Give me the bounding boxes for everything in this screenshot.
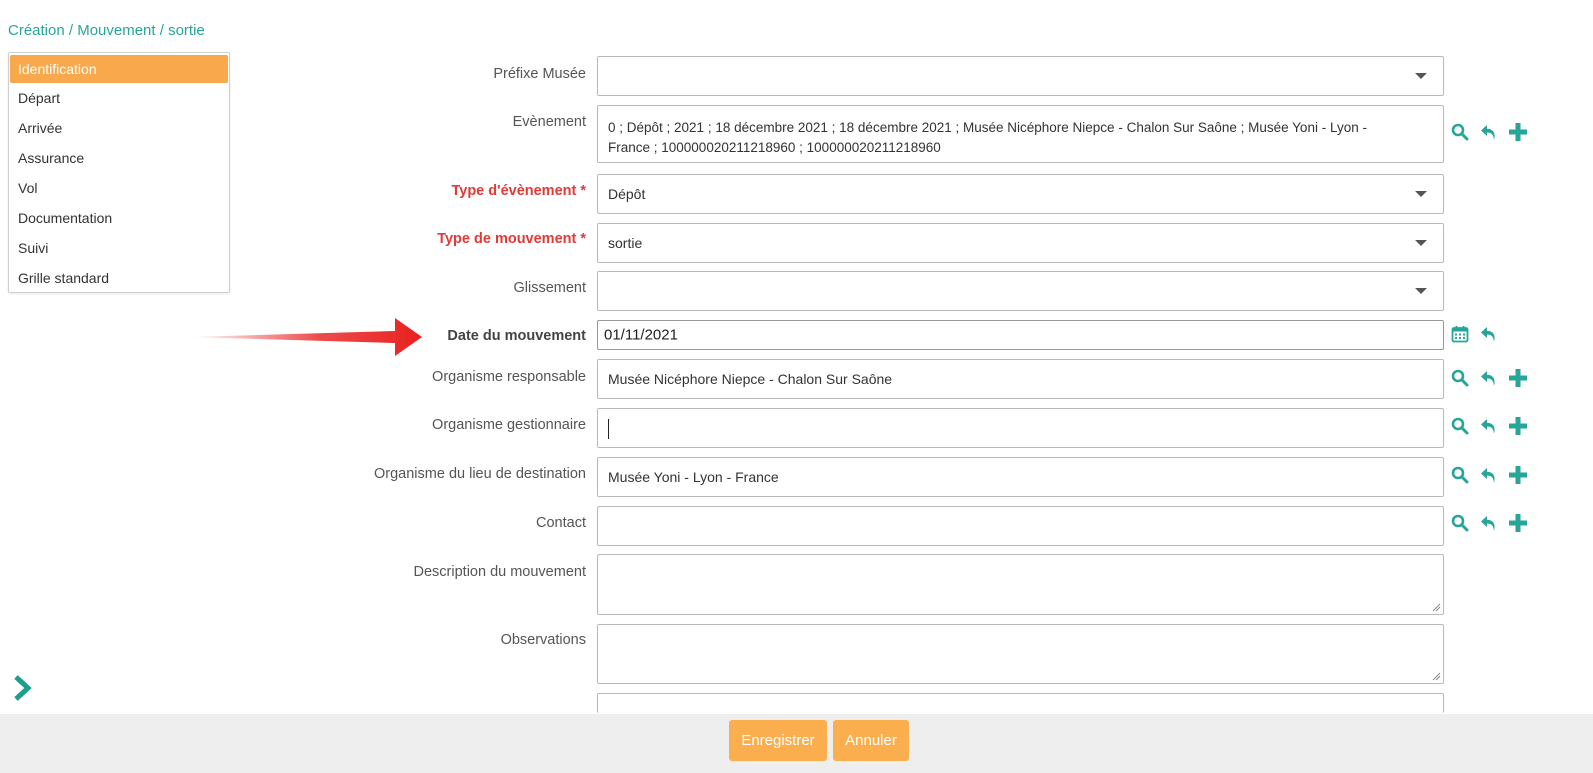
undo-icon[interactable] bbox=[1479, 324, 1499, 344]
label-prefixe-musee: Préfixe Musée bbox=[493, 66, 586, 82]
label-evenement: Evènement bbox=[512, 114, 586, 130]
organisme-responsable-input[interactable]: Musée Nicéphore Niepce - Chalon Sur Saôn… bbox=[597, 359, 1444, 399]
add-icon[interactable] bbox=[1508, 513, 1528, 533]
next-field-partial[interactable] bbox=[597, 693, 1444, 713]
organisme-gestionnaire-actions bbox=[1450, 416, 1528, 436]
glissement-select[interactable] bbox=[597, 271, 1444, 311]
date-mouvement-input[interactable]: 01/11/2021 bbox=[597, 320, 1444, 350]
search-icon[interactable] bbox=[1450, 416, 1470, 436]
section-menu: Identification Départ Arrivée Assurance … bbox=[8, 52, 230, 293]
undo-icon[interactable] bbox=[1479, 465, 1499, 485]
add-icon[interactable] bbox=[1508, 122, 1528, 142]
cancel-button[interactable]: Annuler bbox=[833, 720, 909, 761]
type-evenement-select[interactable]: Dépôt bbox=[597, 174, 1444, 214]
organisme-responsable-actions bbox=[1450, 368, 1528, 388]
add-icon[interactable] bbox=[1508, 465, 1528, 485]
date-actions bbox=[1450, 324, 1499, 344]
chevron-down-icon bbox=[1415, 73, 1427, 79]
search-icon[interactable] bbox=[1450, 368, 1470, 388]
label-type-mouvement: Type de mouvement * bbox=[437, 231, 586, 247]
breadcrumb: Création / Mouvement / sortie bbox=[8, 22, 205, 39]
observations-textarea[interactable] bbox=[597, 624, 1444, 684]
type-mouvement-select[interactable]: sortie bbox=[597, 223, 1444, 263]
menu-item-grille-standard[interactable]: Grille standard bbox=[9, 263, 229, 293]
label-organisme-gestionnaire: Organisme gestionnaire bbox=[432, 417, 586, 433]
menu-item-documentation[interactable]: Documentation bbox=[9, 203, 229, 233]
text-cursor bbox=[608, 419, 609, 439]
organisme-destination-actions bbox=[1450, 465, 1528, 485]
evenement-actions bbox=[1450, 122, 1528, 142]
label-type-evenement: Type d'évènement * bbox=[451, 183, 586, 199]
undo-icon[interactable] bbox=[1479, 416, 1499, 436]
chevron-right-icon[interactable] bbox=[10, 673, 34, 703]
menu-item-arrivee[interactable]: Arrivée bbox=[9, 113, 229, 143]
label-description: Description du mouvement bbox=[413, 564, 586, 580]
prefixe-musee-select[interactable] bbox=[597, 56, 1444, 96]
label-date-mouvement: Date du mouvement bbox=[447, 328, 586, 344]
search-icon[interactable] bbox=[1450, 513, 1470, 533]
menu-item-depart[interactable]: Départ bbox=[9, 83, 229, 113]
label-glissement: Glissement bbox=[513, 280, 586, 296]
contact-actions bbox=[1450, 513, 1528, 533]
search-icon[interactable] bbox=[1450, 465, 1470, 485]
chevron-down-icon bbox=[1415, 240, 1427, 246]
undo-icon[interactable] bbox=[1479, 368, 1499, 388]
label-organisme-destination: Organisme du lieu de destination bbox=[374, 466, 586, 482]
resize-grip-icon[interactable] bbox=[1431, 602, 1441, 612]
chevron-down-icon bbox=[1415, 191, 1427, 197]
undo-icon[interactable] bbox=[1479, 122, 1499, 142]
save-button[interactable]: Enregistrer bbox=[729, 720, 827, 761]
contact-input[interactable] bbox=[597, 506, 1444, 546]
search-icon[interactable] bbox=[1450, 122, 1470, 142]
undo-icon[interactable] bbox=[1479, 513, 1499, 533]
evenement-value-line2: France ; 100000020211218960 ; 1000000202… bbox=[608, 140, 941, 155]
menu-item-assurance[interactable]: Assurance bbox=[9, 143, 229, 173]
description-textarea[interactable] bbox=[597, 554, 1444, 615]
add-icon[interactable] bbox=[1508, 368, 1528, 388]
label-contact: Contact bbox=[536, 515, 586, 531]
evenement-value-line1: 0 ; Dépôt ; 2021 ; 18 décembre 2021 ; 18… bbox=[608, 120, 1367, 135]
evenement-field[interactable]: 0 ; Dépôt ; 2021 ; 18 décembre 2021 ; 18… bbox=[597, 105, 1444, 163]
label-observations: Observations bbox=[500, 632, 586, 648]
organisme-gestionnaire-input[interactable] bbox=[597, 408, 1444, 448]
menu-item-suivi[interactable]: Suivi bbox=[9, 233, 229, 263]
resize-grip-icon[interactable] bbox=[1431, 671, 1441, 681]
calendar-icon[interactable] bbox=[1450, 324, 1470, 344]
menu-item-identification[interactable]: Identification bbox=[10, 55, 228, 83]
label-organisme-responsable: Organisme responsable bbox=[432, 369, 586, 385]
organisme-destination-input[interactable]: Musée Yoni - Lyon - France bbox=[597, 457, 1444, 497]
menu-item-vol[interactable]: Vol bbox=[9, 173, 229, 203]
annotation-arrow bbox=[190, 318, 422, 356]
add-icon[interactable] bbox=[1508, 416, 1528, 436]
chevron-down-icon bbox=[1415, 288, 1427, 294]
